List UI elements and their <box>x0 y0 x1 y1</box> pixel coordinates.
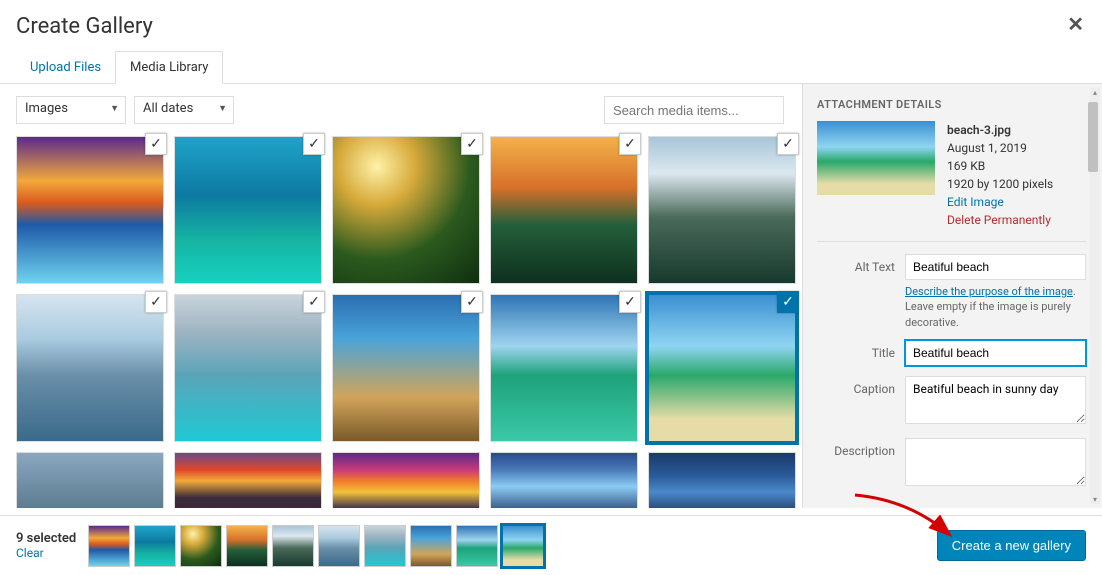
search-input[interactable] <box>604 96 784 124</box>
check-icon[interactable]: ✓ <box>461 133 483 155</box>
tab-media-library[interactable]: Media Library <box>115 51 223 84</box>
attachment-details-heading: ATTACHMENT DETAILS <box>817 98 1102 111</box>
media-thumbnail[interactable]: ✓ <box>16 136 164 284</box>
strip-thumbnail[interactable] <box>502 525 544 567</box>
strip-thumbnail[interactable] <box>226 525 268 567</box>
alt-help-link[interactable]: Describe the purpose of the image <box>905 285 1073 298</box>
media-thumbnail[interactable] <box>490 452 638 508</box>
tabs: Upload Files Media Library <box>0 51 1102 84</box>
check-icon[interactable]: ✓ <box>777 133 799 155</box>
filter-type-select[interactable]: Images <box>16 96 126 124</box>
check-icon[interactable]: ✓ <box>619 133 641 155</box>
delete-permanently-link[interactable]: Delete Permanently <box>947 211 1053 229</box>
description-input[interactable] <box>905 438 1086 486</box>
media-thumbnail[interactable]: ✓ <box>490 136 638 284</box>
attachment-thumbnail <box>817 121 935 195</box>
media-thumbnail[interactable]: ✓ <box>490 294 638 442</box>
attachment-details-panel: ATTACHMENT DETAILS beach-3.jpg August 1,… <box>802 84 1102 508</box>
page-title: Create Gallery <box>16 14 1086 39</box>
strip-thumbnail[interactable] <box>88 525 130 567</box>
attachment-meta: beach-3.jpg August 1, 2019 169 KB 1920 b… <box>947 121 1053 229</box>
check-icon[interactable]: ✓ <box>303 291 325 313</box>
attachment-dimensions: 1920 by 1200 pixels <box>947 175 1053 193</box>
media-library: Images All dates ✓ ✓ ✓ ✓ ✓ ✓ ✓ ✓ ✓ ✓ <box>0 84 802 508</box>
check-icon[interactable]: ✓ <box>777 291 799 313</box>
selected-count: 9 selected <box>16 531 76 546</box>
media-thumbnail[interactable] <box>332 452 480 508</box>
caption-label: Caption <box>817 376 895 396</box>
alt-text-label: Alt Text <box>817 254 895 274</box>
media-thumbnail[interactable]: ✓ <box>332 294 480 442</box>
create-gallery-button[interactable]: Create a new gallery <box>937 530 1086 561</box>
alt-text-input[interactable] <box>905 254 1086 280</box>
title-input[interactable] <box>905 340 1086 366</box>
strip-thumbnail[interactable] <box>456 525 498 567</box>
media-thumbnail[interactable] <box>648 452 796 508</box>
tab-upload-files[interactable]: Upload Files <box>16 52 115 83</box>
filter-date-select[interactable]: All dates <box>134 96 234 124</box>
footer: 9 selected Clear Create a new gallery <box>0 515 1102 575</box>
media-thumbnail[interactable]: ✓ <box>648 294 796 442</box>
media-thumbnail[interactable] <box>174 452 322 508</box>
media-thumbnail[interactable] <box>16 452 164 508</box>
clear-selection-link[interactable]: Clear <box>16 546 76 560</box>
check-icon[interactable]: ✓ <box>461 291 483 313</box>
media-thumbnail[interactable]: ✓ <box>174 294 322 442</box>
strip-thumbnail[interactable] <box>134 525 176 567</box>
media-thumbnail[interactable]: ✓ <box>332 136 480 284</box>
strip-thumbnail[interactable] <box>180 525 222 567</box>
attachment-filename: beach-3.jpg <box>947 121 1053 139</box>
strip-thumbnail[interactable] <box>364 525 406 567</box>
strip-thumbnail[interactable] <box>318 525 360 567</box>
close-icon[interactable]: ✕ <box>1067 12 1084 36</box>
check-icon[interactable]: ✓ <box>619 291 641 313</box>
strip-thumbnail[interactable] <box>272 525 314 567</box>
attachment-filesize: 169 KB <box>947 157 1053 175</box>
strip-thumbnail[interactable] <box>410 525 452 567</box>
check-icon[interactable]: ✓ <box>303 133 325 155</box>
description-label: Description <box>817 438 895 458</box>
check-icon[interactable]: ✓ <box>145 291 167 313</box>
selection-strip <box>88 525 544 567</box>
check-icon[interactable]: ✓ <box>145 133 167 155</box>
media-thumbnail[interactable]: ✓ <box>648 136 796 284</box>
media-thumbnail[interactable]: ✓ <box>16 294 164 442</box>
title-label: Title <box>817 340 895 360</box>
edit-image-link[interactable]: Edit Image <box>947 193 1053 211</box>
media-thumbnail[interactable]: ✓ <box>174 136 322 284</box>
caption-input[interactable] <box>905 376 1086 424</box>
attachment-date: August 1, 2019 <box>947 139 1053 157</box>
scrollbar[interactable] <box>1090 88 1100 504</box>
